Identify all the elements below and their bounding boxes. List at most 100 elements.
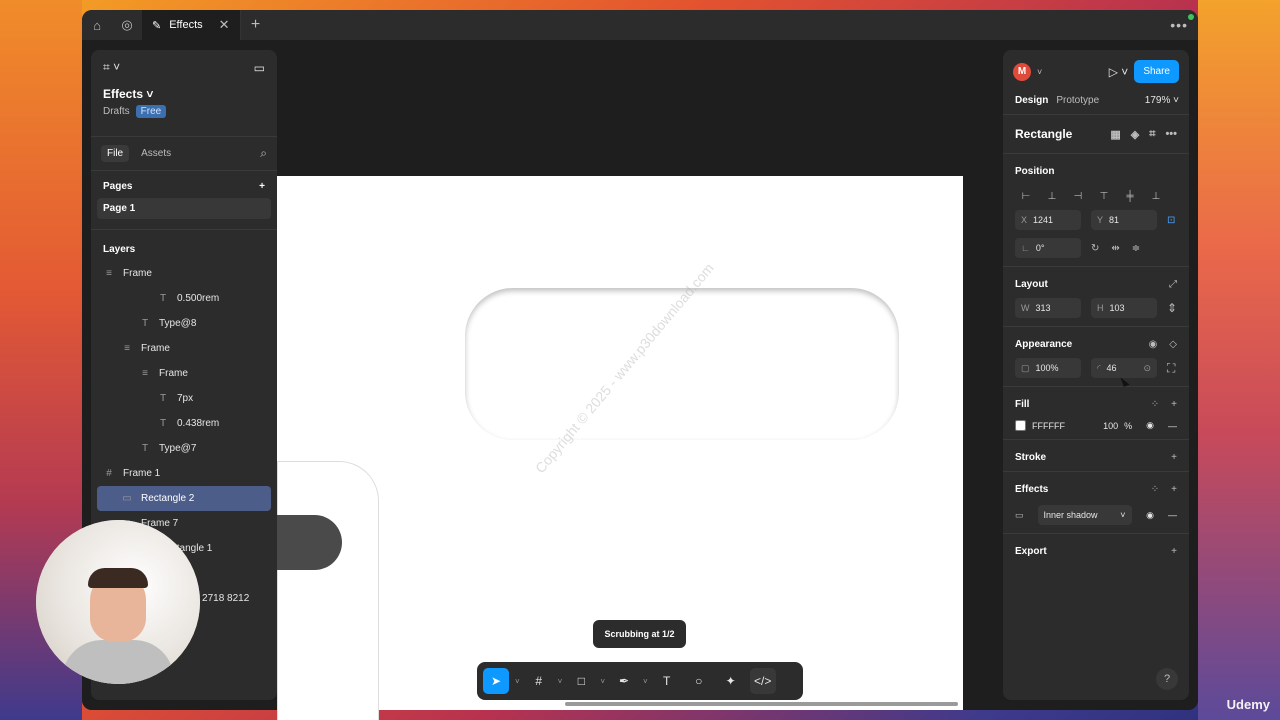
rotation-field[interactable]: ∟ 0° [1015, 238, 1081, 258]
layer-row[interactable]: ≡ Frame [97, 361, 271, 386]
tab-file[interactable]: File [101, 145, 130, 162]
layer-label: 0.438rem [177, 418, 220, 429]
share-button[interactable]: Share [1134, 60, 1179, 83]
crop-icon[interactable]: ⌗ [1149, 128, 1155, 141]
layer-row[interactable]: T Type@7 [97, 436, 271, 461]
rotate-icon[interactable]: ↻ [1091, 243, 1099, 254]
align-bottom-icon[interactable]: ⊥ [1145, 191, 1167, 202]
horizontal-scrollbar[interactable] [565, 702, 958, 706]
layer-row[interactable]: T 0.438rem [97, 411, 271, 436]
fill-percent: % [1124, 420, 1133, 431]
webcam-overlay [36, 520, 200, 684]
sidebar-toggle-icon[interactable]: ▭ [254, 61, 265, 75]
height-field[interactable]: H 103 [1090, 298, 1157, 318]
drafts-label: Drafts [103, 106, 130, 117]
comment-tool-icon[interactable]: ○ [686, 668, 712, 694]
tab-assets[interactable]: Assets [135, 145, 177, 162]
expand-icon[interactable]: ⛶ [1167, 361, 1175, 376]
chevron-down-icon: ˅ [146, 87, 154, 101]
remove-effect-icon[interactable]: — [1168, 510, 1177, 520]
avatar[interactable]: M [1013, 62, 1031, 81]
eye-icon[interactable]: ◉ [1146, 420, 1154, 431]
layer-row[interactable]: T 0.500rem [97, 286, 271, 311]
more-icon[interactable]: ••• [1165, 128, 1177, 141]
resize-icon[interactable]: ⤢ [1169, 279, 1177, 290]
fill-hex[interactable]: FFFFFF [1032, 421, 1065, 431]
add-export-icon[interactable]: + [1171, 546, 1177, 557]
layer-label: Frame [159, 368, 188, 379]
layer-row[interactable]: T Type@8 [97, 311, 271, 336]
fill-heading: Fill [1015, 399, 1030, 410]
constrain-proportions-icon[interactable]: ⇕ [1167, 301, 1177, 315]
figma-menu-icon[interactable]: ⌗ ˅ [103, 60, 120, 75]
chevron-down-icon: ˅ [600, 676, 606, 686]
tab-label: Effects [169, 19, 203, 31]
align-top-icon[interactable]: ⊤ [1093, 191, 1115, 202]
chevron-down-icon[interactable]: ˅ [1037, 67, 1042, 77]
text-icon: T [141, 318, 149, 329]
file-icon: ✎ [152, 19, 162, 32]
styles-icon[interactable]: ⁘ [1151, 399, 1159, 410]
width-field[interactable]: W 313 [1015, 298, 1081, 318]
file-title[interactable]: Effects ˅ [103, 87, 265, 101]
add-stroke-icon[interactable]: + [1171, 452, 1177, 463]
flip-horizontal-icon[interactable]: ⇹ [1111, 243, 1119, 254]
tab-design[interactable]: Design [1015, 95, 1048, 106]
tab-prototype[interactable]: Prototype [1056, 95, 1099, 106]
effect-settings-icon[interactable]: ▭ [1015, 510, 1024, 521]
bottom-toolbar: ➤ ˅ # ˅ □ ˅ ✒ ˅ T ○ ✦ </> [477, 662, 803, 700]
dev-mode-icon[interactable]: </> [749, 668, 776, 694]
plus-icon[interactable]: + [241, 16, 271, 34]
frame-shape[interactable] [277, 461, 379, 720]
pill-shape[interactable] [277, 515, 342, 570]
align-left-icon[interactable]: ⊢ [1015, 191, 1037, 202]
component-icon[interactable]: ◈ [1131, 128, 1139, 141]
blend-icon[interactable]: ◇ [1169, 339, 1177, 350]
selection-name: Rectangle [1015, 127, 1073, 141]
layer-row[interactable]: ▭ Rectangle 2 [97, 486, 271, 511]
opacity-field[interactable]: ▢ 100% [1015, 358, 1081, 378]
close-icon[interactable]: ✕ [219, 17, 230, 33]
grid-icon[interactable]: ▦ [1110, 128, 1120, 141]
eye-icon[interactable]: ◉ [1149, 339, 1158, 350]
page-item-1[interactable]: Page 1 [97, 198, 271, 219]
flip-vertical-icon[interactable]: ≑ [1132, 243, 1140, 254]
align-right-icon[interactable]: ⊣ [1067, 191, 1089, 202]
layer-row[interactable]: ≡ Frame [97, 336, 271, 361]
add-effect-icon[interactable]: + [1171, 484, 1177, 495]
fill-swatch[interactable] [1015, 420, 1026, 431]
layer-row[interactable]: T 7px [97, 386, 271, 411]
constraints-icon[interactable]: ⊡ [1167, 215, 1175, 226]
home-icon[interactable]: ⌂ [82, 10, 112, 40]
y-field[interactable]: Y 81 [1091, 210, 1157, 230]
more-icon[interactable]: ••• [1170, 17, 1188, 33]
text-icon: T [159, 418, 167, 429]
layer-row[interactable]: # Frame 1 [97, 461, 271, 486]
eye-icon[interactable]: ◉ [1146, 510, 1154, 521]
text-tool-icon[interactable]: T [654, 668, 680, 694]
actions-tool-icon[interactable]: ✦ [718, 668, 744, 694]
layer-label: Type@7 [159, 443, 197, 454]
effect-type-select[interactable]: Inner shadow ˅ [1037, 505, 1132, 525]
align-center-v-icon[interactable]: ╪ [1119, 191, 1141, 202]
x-field[interactable]: X 1241 [1015, 210, 1081, 230]
play-icon[interactable]: ▷ ˅ [1109, 65, 1129, 79]
add-page-icon[interactable]: + [259, 181, 265, 192]
tab-effects[interactable]: ✎ Effects ✕ [142, 10, 241, 40]
zoom-dropdown[interactable]: 179% ˅ [1145, 95, 1179, 106]
fill-opacity[interactable]: 100 [1103, 421, 1118, 431]
styles-icon[interactable]: ⁘ [1151, 484, 1159, 495]
align-center-h-icon[interactable]: ⊥ [1041, 191, 1063, 202]
plan-badge: Free [135, 105, 167, 118]
search-icon[interactable]: ⌕ [260, 146, 267, 161]
help-button[interactable]: ? [1156, 668, 1178, 690]
remove-fill-icon[interactable]: — [1168, 421, 1177, 431]
globe-icon[interactable]: ◎ [112, 10, 142, 40]
frame-tool-icon[interactable]: # [526, 668, 552, 694]
layer-row[interactable]: ≡ Frame [97, 261, 271, 286]
pen-tool-icon[interactable]: ✒ [611, 668, 637, 694]
text-icon: T [141, 443, 149, 454]
move-tool-icon[interactable]: ➤ [483, 668, 509, 694]
shape-tool-icon[interactable]: □ [568, 668, 594, 694]
add-fill-icon[interactable]: + [1171, 399, 1177, 410]
